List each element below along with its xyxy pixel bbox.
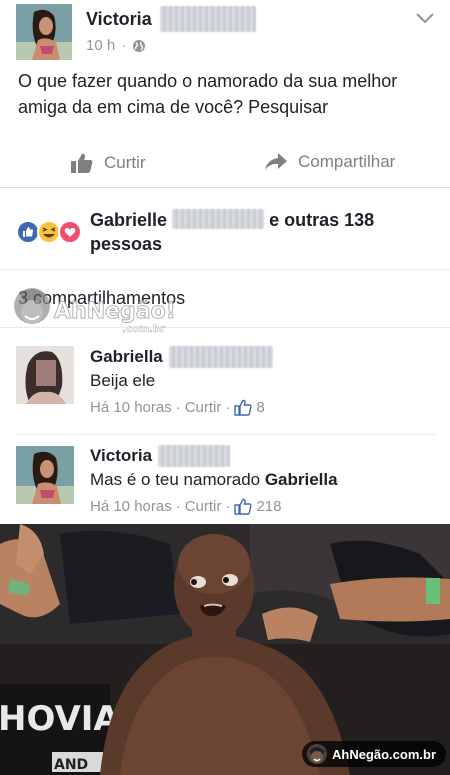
- like-number: 218: [256, 498, 282, 515]
- comment-like-count[interactable]: 218: [234, 498, 281, 515]
- avatar-photo: [16, 446, 74, 504]
- like-label: Curtir: [104, 153, 146, 172]
- comment-text-body: Mas é o teu namorado: [90, 470, 265, 489]
- banner-text-2: AND: [54, 757, 88, 773]
- redacted-surname: [168, 346, 273, 368]
- redacted-surname: [159, 6, 256, 32]
- avatar[interactable]: [16, 446, 74, 504]
- watermark-badge: AhNegão.com.br: [301, 741, 446, 767]
- globe-icon: [133, 39, 146, 52]
- separator-dot: ·: [225, 498, 231, 515]
- comment-like-count[interactable]: 8: [234, 399, 265, 416]
- separator-dot: ·: [175, 498, 181, 515]
- share-arrow-icon: [265, 153, 287, 170]
- reactions-row[interactable]: Gabrielle e outras 138 pessoas: [0, 190, 450, 270]
- chevron-down-icon[interactable]: [414, 10, 436, 26]
- reactions-summary: Gabrielle e outras 138 pessoas: [90, 208, 440, 256]
- comment-author[interactable]: Gabriella: [90, 347, 163, 367]
- watermark-badge-text: AhNegão.com.br: [331, 746, 436, 762]
- avatar[interactable]: [16, 4, 72, 60]
- comment-meta: Há 10 horas · Curtir · 218: [90, 498, 281, 515]
- avatar-photo: [16, 346, 74, 404]
- reaction-first-name[interactable]: Gabrielle: [90, 210, 167, 230]
- post-text: O que fazer quando o namorado da sua mel…: [18, 71, 398, 117]
- comment-text: Mas é o teu namorado Gabriella: [90, 470, 338, 490]
- post-author[interactable]: Victoria: [86, 9, 152, 30]
- share-button[interactable]: Compartilhar: [264, 152, 395, 172]
- thumbs-up-icon: [234, 399, 252, 416]
- comment: Victoria Mas é o teu namorado Gabriella …: [0, 436, 450, 524]
- comment-like-button[interactable]: Curtir: [185, 399, 222, 416]
- redacted-surname: [172, 209, 265, 229]
- comment-author[interactable]: Victoria: [90, 446, 152, 466]
- thumbs-up-icon: [71, 153, 93, 173]
- comment-time[interactable]: Há 10 horas: [90, 399, 172, 416]
- avatar-photo: [16, 4, 72, 60]
- banner-text: HOVIA: [0, 699, 120, 739]
- comment: Gabriella Beija ele Há 10 horas · Curtir…: [0, 330, 450, 430]
- avatar[interactable]: [16, 346, 74, 404]
- share-label: Compartilhar: [298, 152, 396, 171]
- separator-dot: ·: [121, 37, 127, 54]
- comment-mention[interactable]: Gabriella: [265, 470, 338, 489]
- separator-dot: ·: [175, 399, 181, 416]
- redacted-surname: [158, 445, 231, 467]
- haha-reaction-icon: [37, 220, 61, 244]
- post-time[interactable]: 10 h: [86, 37, 115, 54]
- comment-like-button[interactable]: Curtir: [185, 498, 222, 515]
- reaction-photo: HOVIA AND AhNegão.com.br: [0, 524, 450, 775]
- divider: [16, 434, 436, 435]
- watermark-text: AhNegão!: [54, 299, 176, 324]
- like-number: 8: [256, 399, 265, 416]
- love-reaction-icon: [58, 220, 82, 244]
- post-actions: Curtir Compartilhar: [0, 138, 450, 188]
- comment-time[interactable]: Há 10 horas: [90, 498, 172, 515]
- mascot-icon: [306, 744, 327, 764]
- post-header: Victoria 10 h ·: [0, 0, 450, 60]
- post-meta: 10 h ·: [86, 37, 146, 54]
- comment-meta: Há 10 horas · Curtir · 8: [90, 399, 265, 416]
- like-button[interactable]: Curtir: [70, 152, 146, 174]
- like-reaction-icon: [16, 220, 40, 244]
- reaction-icons: [16, 220, 82, 244]
- separator-dot: ·: [225, 399, 231, 416]
- thumbs-up-icon: [234, 498, 252, 515]
- fighter-photo: HOVIA AND: [0, 524, 450, 775]
- comment-text: Beija ele: [90, 371, 156, 390]
